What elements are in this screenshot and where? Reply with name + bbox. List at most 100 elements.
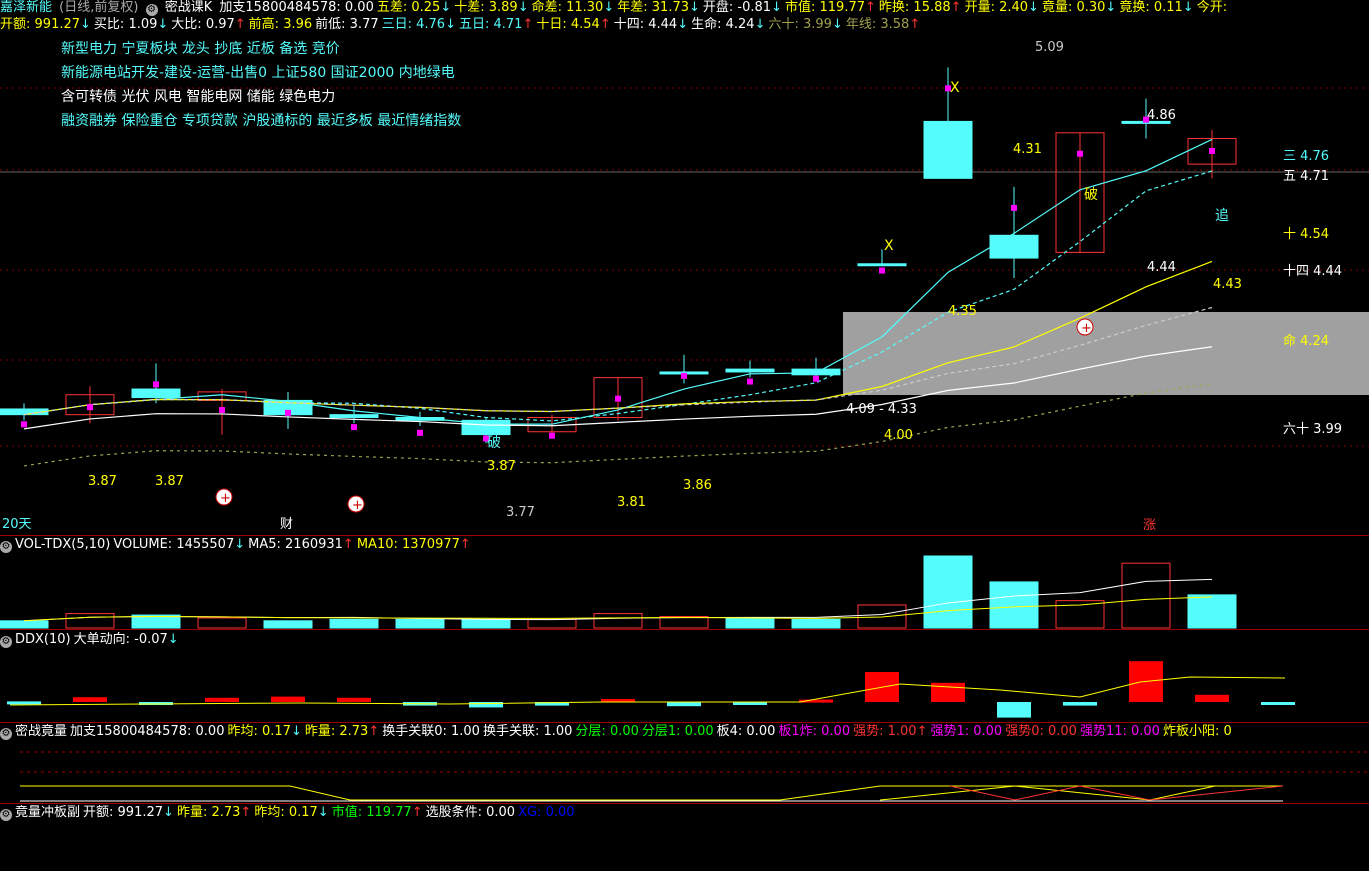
vol-bar-9 <box>593 613 643 629</box>
jlcb-label-6: XG: <box>518 805 542 820</box>
vol-field-1: VOLUME: 1455507↓ <box>113 537 245 552</box>
jlcb-arrow-2: ↑ <box>240 805 252 820</box>
marker-9 <box>615 395 621 402</box>
ddx-bar-0 <box>7 701 41 705</box>
mzj-arrow-10: ↑ <box>916 724 928 739</box>
pressure-zone <box>843 312 1369 395</box>
mzj-value-6: 0.00 <box>605 724 639 739</box>
mzj-label-12: 强势0: <box>1005 724 1044 739</box>
po-label-1: 破 <box>487 435 501 451</box>
mzj-arrow-3: ↑ <box>368 724 380 739</box>
vol-header: ⚙ VOL-TDX(5,10) VOLUME: 1455507↓ MA5: 21609… <box>0 537 477 554</box>
vol-field-2: MA5: 2160931↑ <box>248 537 354 552</box>
ddx-label-0: DDX(10) <box>15 632 71 647</box>
vol-bar-8 <box>527 618 577 629</box>
label-4.31: 4.31 <box>1013 142 1042 157</box>
ddx-bar-7 <box>469 702 503 708</box>
vol-field-3: MA10: 1370977↑ <box>357 537 471 552</box>
marker-6 <box>417 429 423 436</box>
mzj-value-12: 0.00 <box>1043 724 1077 739</box>
vol-bar-15 <box>989 581 1039 629</box>
marker-10 <box>681 372 687 379</box>
label-3.87b: 3.87 <box>155 474 184 489</box>
jlcb-label-1: 开额: <box>83 805 114 820</box>
box-low-label: 4.44 <box>1147 260 1176 275</box>
jlcb-label-2: 昨量: <box>176 805 208 820</box>
cai-label: 财 <box>280 517 293 532</box>
jlcb-field-6: XG: 0.00 <box>518 805 574 820</box>
vol-arrow-1: ↓ <box>234 537 246 552</box>
mzj-value-13: 0.00 <box>1126 724 1160 739</box>
vol-field-0: VOL-TDX(5,10) <box>15 537 110 552</box>
marker-18 <box>1209 147 1215 154</box>
vol-settings-icon[interactable]: ⚙ <box>0 541 12 553</box>
vol-value-1: 1455507 <box>172 537 235 552</box>
po-label-2: 破 <box>1084 187 1098 203</box>
mzj-value-9: 0.00 <box>817 724 851 739</box>
jlcb-value-4: 119.77 <box>362 805 412 820</box>
ddx-label-1: 大单动向: <box>73 632 131 647</box>
candle-body-12 <box>791 368 841 376</box>
right-ma-label-5: 六十 3.99 <box>1283 422 1342 437</box>
plus-sign-2: + <box>1081 321 1092 336</box>
mzj-field-7: 分层1: 0.00 <box>642 724 714 739</box>
jlcb-label-3: 昨均: <box>254 805 285 820</box>
mzj-field-10: 强势: 1.00↑ <box>853 724 927 739</box>
right-ma-label-2: 十 4.54 <box>1283 227 1329 242</box>
mzj-value-2: 0.17 <box>257 724 291 739</box>
vol-bar-0 <box>0 620 49 629</box>
marker-12 <box>813 375 819 382</box>
jlcb-value-1: 991.27 <box>113 805 164 820</box>
mzj-field-13: 强势11: 0.00 <box>1080 724 1160 739</box>
marker-16 <box>1077 150 1083 157</box>
vol-bar-13 <box>857 604 907 629</box>
mzj-arrow-2: ↓ <box>290 724 302 739</box>
vol-bar-3 <box>197 617 247 629</box>
right-ma-label-4: 命 4.24 <box>1283 333 1329 349</box>
mzj-label-4: 换手关联0: <box>382 724 447 739</box>
label-3.87a: 3.87 <box>88 474 117 489</box>
candle-body-2 <box>131 388 181 399</box>
mzj-label-11: 强势1: <box>930 724 970 739</box>
mzj-value-3: 2.73 <box>335 724 369 739</box>
candle-body-15 <box>989 234 1039 259</box>
vol-bar-7 <box>461 618 511 629</box>
jlcb-arrow-4: ↑ <box>411 805 423 820</box>
high-peak-label: 5.09 <box>1035 40 1064 55</box>
jlcb-settings-icon[interactable]: ⚙ <box>0 809 12 821</box>
vol-value-2: 2160931 <box>280 537 343 552</box>
label-4.43: 4.43 <box>1213 277 1242 292</box>
candle-body-11 <box>725 368 775 373</box>
ddx-header: ⚙ DDX(10) 大单动向: -0.07↓ <box>0 632 185 649</box>
jlcb-arrow-1: ↓ <box>163 805 174 820</box>
mzj-label-10: 强势: <box>853 724 884 739</box>
mzj-value-14: 0 <box>1219 724 1232 739</box>
mzj-value-10: 1.00 <box>883 724 917 739</box>
mzj-field-0: 密战竟量 <box>15 724 67 739</box>
jlcb-arrow-3: ↓ <box>317 805 329 820</box>
mzj-field-1: 加支15800484578: 0.00 <box>70 724 224 739</box>
mzj-field-11: 强势1: 0.00 <box>930 724 1002 739</box>
mzj-label-0: 密战竟量 <box>15 724 68 739</box>
mzj-label-8: 板4: <box>716 724 743 739</box>
divider-mzj-jlcb <box>0 803 1369 804</box>
mzj-value-11: 0.00 <box>969 724 1003 739</box>
vol-label-3: MA10: <box>356 537 398 552</box>
divider-vol-ddx <box>0 629 1369 630</box>
label-4.33: 4.09 - 4.33 <box>846 402 917 417</box>
vol-bar-17 <box>1121 562 1171 629</box>
ddx-bar-1 <box>73 697 107 702</box>
mzj-label-13: 强势11: <box>1079 724 1127 739</box>
vol-bar-18 <box>1187 594 1237 629</box>
ddx-settings-icon[interactable]: ⚙ <box>0 636 12 648</box>
mzj-settings-icon[interactable]: ⚙ <box>0 728 12 740</box>
ddx-field-1: 大单动向: -0.07↓ <box>74 632 179 647</box>
mzj-value-5: 1.00 <box>539 724 573 739</box>
mzj-line-3 <box>949 785 1284 801</box>
label-ke: 3.87 <box>487 459 516 474</box>
x-label-1: X <box>884 238 894 254</box>
vol-arrow-2: ↑ <box>342 537 354 552</box>
plus-sign-0: + <box>220 491 231 506</box>
jlcb-field-4: 市值: 119.77↑ <box>332 805 423 820</box>
mzj-value-4: 1.00 <box>446 724 480 739</box>
